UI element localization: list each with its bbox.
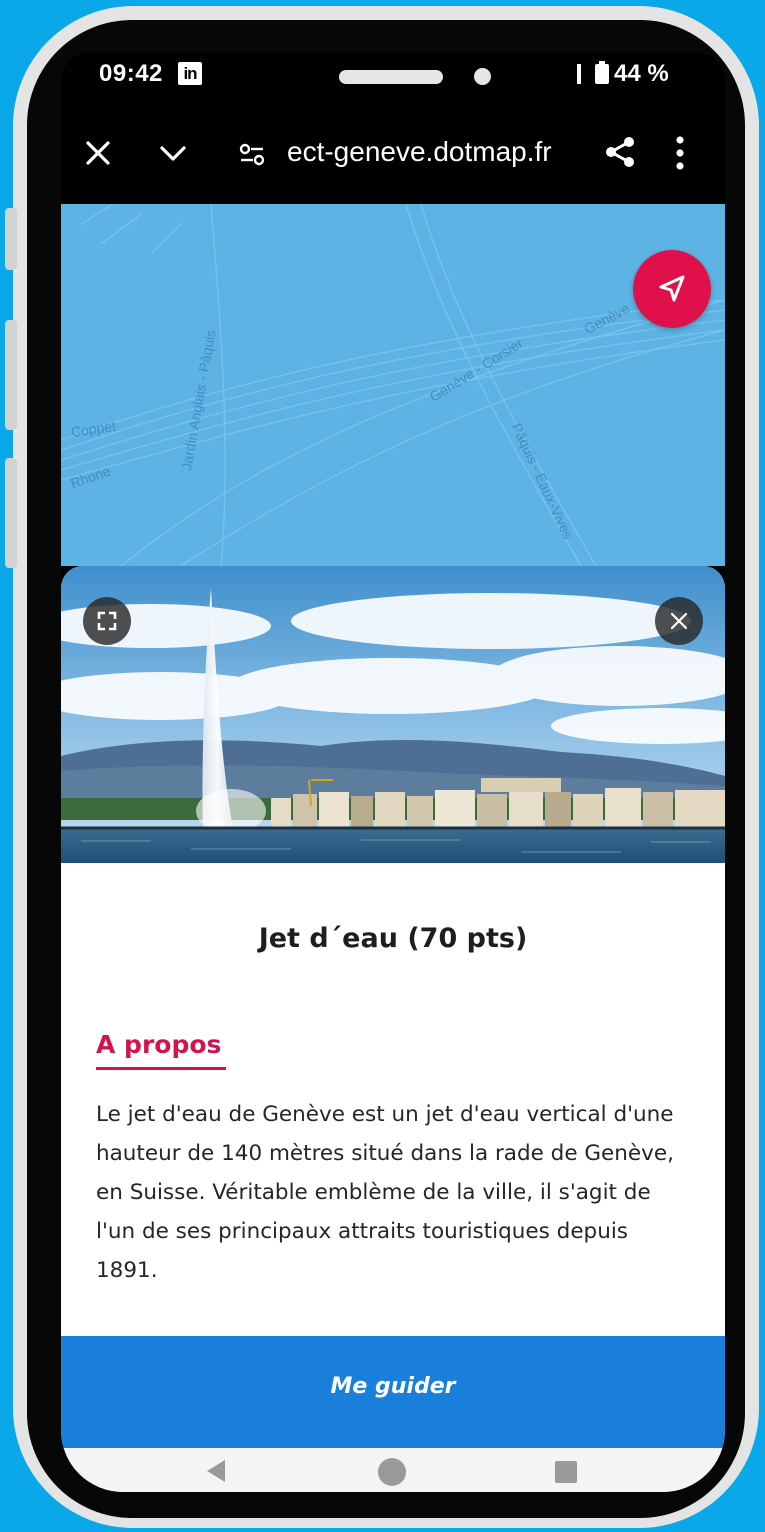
chevron-down-icon[interactable] [159, 140, 187, 166]
close-card-button[interactable] [655, 597, 703, 645]
recents-icon[interactable] [555, 1461, 577, 1483]
browser-toolbar: ect-geneve.dotmap.fr [61, 100, 725, 204]
fullscreen-button[interactable] [83, 597, 131, 645]
close-icon[interactable] [85, 140, 111, 166]
phone-volume-down-button [5, 458, 17, 568]
status-bar: 09:42 in 44 % [61, 52, 725, 104]
poi-title: Jet d´eau (70 pts) [258, 923, 528, 954]
phone-side-button [5, 208, 17, 270]
status-time: 09:42 [99, 60, 163, 87]
linkedin-icon: in [178, 62, 202, 85]
more-vert-icon[interactable] [675, 136, 685, 170]
about-heading-underline [96, 1067, 226, 1070]
navigation-button[interactable] [633, 250, 711, 328]
phone-screen: 09:42 in 44 % ect-geneve.dotmap.fr Coppe… [61, 52, 725, 1492]
map-routes [61, 204, 725, 566]
phone-volume-up-button [5, 320, 17, 430]
poi-description: Le jet d'eau de Genève est un jet d'eau … [96, 1102, 674, 1283]
share-icon[interactable] [605, 136, 635, 168]
about-heading[interactable]: A propos [96, 1030, 221, 1059]
poi-card: Jet d´eau (70 pts) A propos Le jet d'eau… [61, 566, 725, 1492]
tune-icon[interactable] [239, 141, 265, 167]
battery-percent: 44 % [614, 60, 669, 87]
url-bar[interactable]: ect-geneve.dotmap.fr [287, 136, 552, 168]
guide-me-label: Me guider [330, 1374, 456, 1399]
map-view[interactable]: Coppet Rhone Jardin Anglais - Pâquis Gen… [61, 204, 725, 566]
guide-me-button[interactable]: Me guider [61, 1336, 725, 1448]
close-icon [670, 612, 688, 630]
navigation-arrow-icon [659, 275, 685, 302]
back-icon[interactable] [207, 1460, 225, 1482]
camera-notch [204, 52, 582, 104]
fullscreen-icon [97, 611, 117, 631]
home-icon[interactable] [378, 1458, 406, 1486]
front-camera [474, 68, 491, 85]
battery-icon [595, 61, 609, 84]
signal-icon [577, 64, 581, 84]
jet-deau-photo [61, 566, 725, 863]
system-navigation-bar [61, 1448, 725, 1492]
poi-photo [61, 566, 725, 863]
speaker-grille [339, 70, 443, 84]
poi-details: Jet d´eau (70 pts) A propos Le jet d'eau… [61, 863, 725, 1336]
